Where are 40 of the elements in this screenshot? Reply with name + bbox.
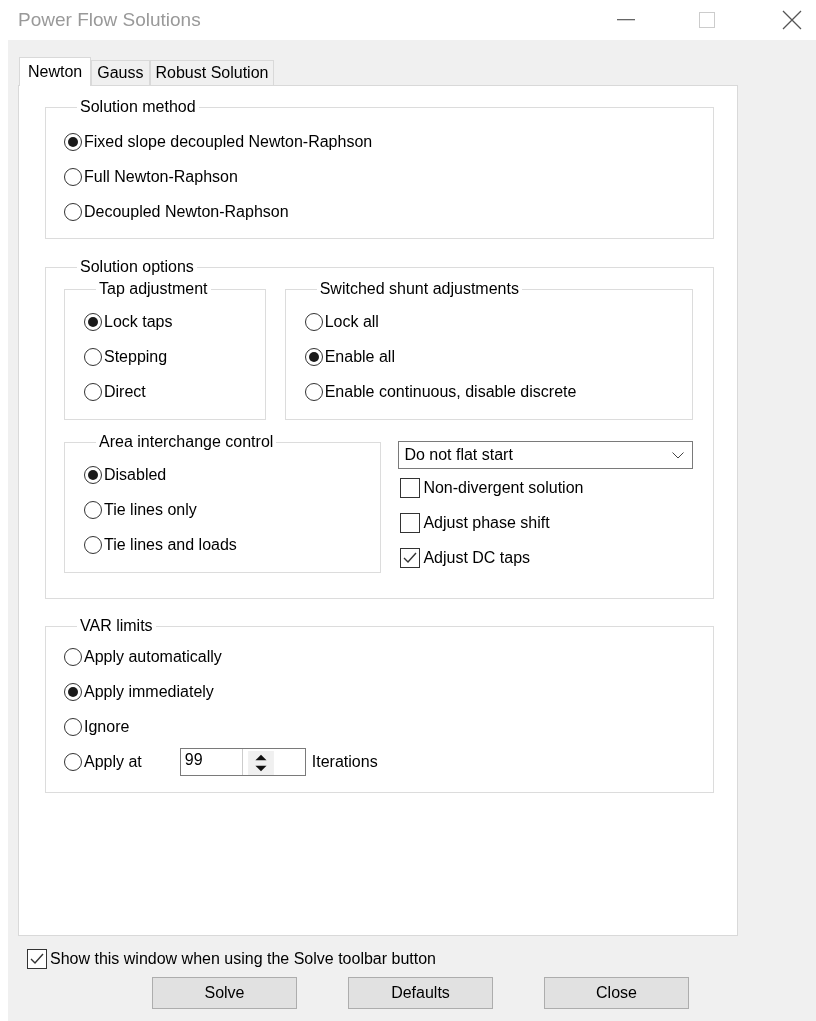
group-title: Solution options	[79, 258, 195, 276]
checkbox[interactable]: Adjust DC taps	[400, 547, 531, 568]
checkbox[interactable]: Adjust phase shift	[400, 512, 550, 533]
radio-button[interactable]: Apply automatically	[64, 647, 222, 666]
radio-button[interactable]: Apply at	[64, 752, 142, 771]
radio-button[interactable]: Decoupled Newton-Raphson	[64, 202, 289, 221]
spin-up-button[interactable]	[247, 750, 276, 763]
iterations-spinner[interactable]: 99	[179, 747, 306, 776]
radio-button[interactable]: Enable continuous, disable discrete	[304, 382, 577, 401]
tab[interactable]: Newton	[19, 57, 92, 86]
chevron-down-icon	[672, 451, 684, 459]
iterations-label: Iterations	[311, 752, 378, 771]
radio-button[interactable]: Fixed slope decoupled Newton-Raphson	[64, 132, 373, 151]
group-title: Tap adjustment	[98, 280, 209, 298]
radio-button[interactable]: Stepping	[84, 347, 168, 366]
radio-button[interactable]: Direct	[84, 382, 146, 401]
tab[interactable]: Robust Solution	[149, 60, 275, 85]
group-title: Switched shunt adjustments	[318, 280, 520, 298]
close-icon[interactable]	[782, 10, 802, 30]
group-title: Area interchange control	[98, 433, 275, 451]
checkbox[interactable]: Non-divergent solution	[400, 477, 584, 498]
window-title: Power Flow Solutions	[18, 9, 202, 31]
radio-button[interactable]: Tie lines only	[84, 500, 197, 519]
minimize-icon[interactable]	[617, 19, 635, 21]
radio-button[interactable]: Apply immediately	[64, 682, 214, 701]
radio-button[interactable]: Full Newton-Raphson	[64, 167, 238, 186]
radio-button[interactable]: Disabled	[84, 465, 167, 484]
radio-button[interactable]: Lock taps	[84, 312, 173, 331]
radio-button[interactable]: Tie lines and loads	[84, 535, 237, 554]
solve-button[interactable]: Solve	[152, 977, 297, 1009]
close-button[interactable]: Close	[544, 977, 689, 1009]
radio-button[interactable]: Enable all	[304, 347, 395, 366]
checkbox[interactable]: Show this window when using the Solve toolbar button	[27, 948, 436, 969]
tab[interactable]: Gauss	[91, 60, 150, 85]
defaults-button[interactable]: Defaults	[348, 977, 493, 1009]
group-title: Solution method	[79, 98, 197, 116]
radio-button[interactable]: Lock all	[304, 312, 379, 331]
radio-button[interactable]: Ignore	[64, 717, 130, 736]
flat-start-dropdown[interactable]: Do not flat start	[398, 441, 693, 469]
group-title: VAR limits	[79, 617, 154, 635]
